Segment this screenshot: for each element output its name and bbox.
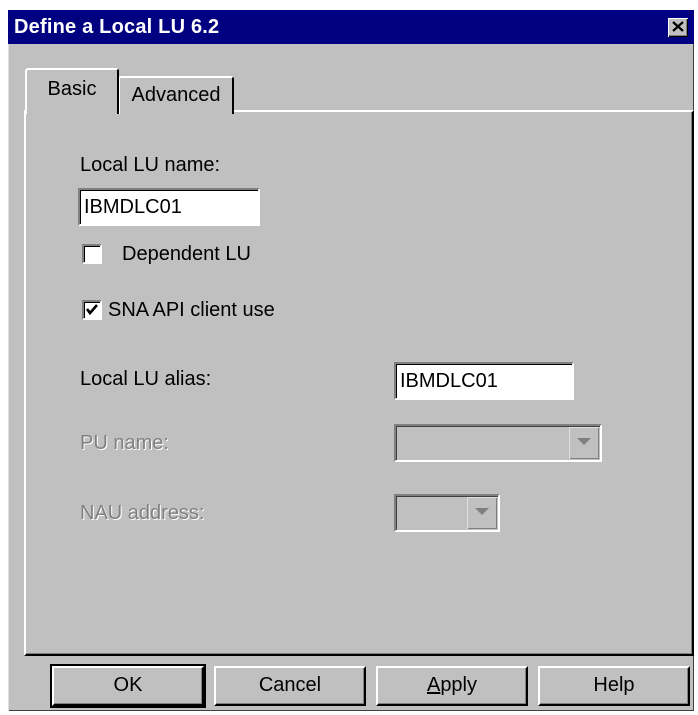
title-bar[interactable]: Define a Local LU 6.2 — [8, 10, 694, 44]
local-lu-alias-value: IBMDLC01 — [400, 370, 498, 392]
local-lu-name-value: IBMDLC01 — [84, 196, 182, 218]
apply-button[interactable]: Apply — [376, 666, 528, 706]
checkmark-icon — [85, 304, 98, 316]
window-title: Define a Local LU 6.2 — [14, 16, 220, 38]
sna-api-client-label[interactable]: SNA API client use — [108, 299, 275, 322]
cancel-button-label: Cancel — [258, 674, 322, 696]
cancel-button[interactable]: Cancel — [214, 666, 366, 706]
sna-api-client-checkbox[interactable] — [82, 300, 102, 320]
chevron-down-icon — [577, 438, 591, 445]
local-lu-alias-label: Local LU alias: — [80, 368, 212, 390]
chevron-down-icon — [475, 508, 489, 515]
help-button[interactable]: Help — [538, 666, 690, 706]
tab-basic-label: Basic — [47, 78, 97, 100]
dependent-lu-checkbox[interactable] — [82, 244, 102, 264]
apply-button-mnemonic: A — [426, 674, 441, 696]
pu-name-dropdown-button[interactable] — [569, 427, 599, 459]
tab-basic[interactable]: Basic — [25, 68, 119, 114]
nau-address-dropdown-button[interactable] — [467, 497, 497, 529]
apply-button-label: pply — [440, 674, 478, 696]
local-lu-name-label: Local LU name: — [80, 154, 221, 176]
local-lu-name-input[interactable]: IBMDLC01 — [78, 188, 260, 226]
pu-name-combo[interactable] — [394, 424, 602, 462]
dependent-lu-label[interactable]: Dependent LU — [122, 243, 251, 266]
help-button-label: Help — [593, 674, 635, 696]
local-lu-alias-input[interactable]: IBMDLC01 — [394, 362, 574, 400]
nau-address-label: NAU address: — [80, 502, 205, 524]
close-icon — [672, 21, 684, 32]
tab-advanced-label: Advanced — [131, 84, 221, 106]
close-button[interactable] — [668, 18, 688, 37]
tab-advanced[interactable]: Advanced — [118, 76, 234, 114]
ok-button[interactable]: OK — [50, 664, 206, 708]
nau-address-combo[interactable] — [394, 494, 500, 532]
tab-panel-basic: Local LU name: IBMDLC01 Dependent LU SNA… — [24, 110, 694, 656]
dialog-window: Define a Local LU 6.2 Basic Advanced Loc… — [8, 10, 694, 711]
pu-name-label: PU name: — [80, 432, 169, 454]
ok-button-label: OK — [113, 674, 143, 696]
